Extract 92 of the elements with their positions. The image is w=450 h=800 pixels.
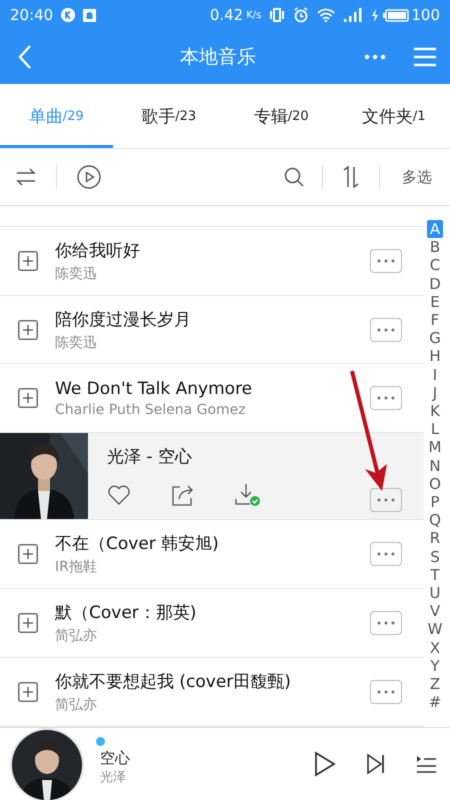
index-letter[interactable]: V	[426, 602, 444, 620]
alarm-icon	[293, 7, 310, 23]
battery-icon	[383, 8, 410, 22]
charging-icon	[371, 8, 380, 22]
index-letter[interactable]: R	[426, 529, 444, 548]
song-artist: IR拖鞋	[55, 558, 98, 576]
song-title[interactable]: 你给我听好	[55, 238, 370, 262]
more-button[interactable]	[370, 248, 402, 273]
sort-icon[interactable]	[341, 166, 361, 188]
index-letter[interactable]: G	[426, 329, 444, 348]
add-icon[interactable]	[18, 320, 38, 340]
heart-icon[interactable]	[107, 484, 131, 506]
song-title[interactable]: 陪你度过漫长岁月	[55, 308, 370, 330]
index-letter[interactable]: F	[428, 311, 442, 330]
index-letter[interactable]: Y	[427, 656, 443, 676]
ellipsis-icon	[377, 690, 395, 694]
index-letter[interactable]: J	[430, 384, 440, 402]
tab[interactable]: 专辑/20	[225, 84, 338, 148]
ellipsis-icon	[377, 328, 395, 332]
index-letter[interactable]: S	[427, 548, 443, 566]
k-app-icon	[61, 8, 76, 22]
wifi-icon	[317, 8, 336, 22]
index-letter[interactable]: #	[426, 693, 444, 712]
more-button[interactable]	[370, 386, 402, 410]
add-icon[interactable]	[18, 544, 38, 564]
song-title[interactable]: 光泽 - 空心	[107, 445, 370, 468]
back-icon[interactable]	[18, 45, 32, 69]
clock: 20:40	[10, 6, 54, 24]
ellipsis-icon	[377, 258, 395, 263]
more-button[interactable]	[370, 488, 402, 512]
song-title[interactable]: 你就不要想起我 (cover田馥甄)	[55, 670, 370, 694]
index-letter[interactable]: X	[426, 638, 444, 657]
play-all-icon[interactable]	[77, 165, 101, 189]
song-title[interactable]: We Don't Talk Anymore	[55, 378, 370, 399]
next-icon[interactable]	[366, 753, 386, 775]
vibrate-icon	[269, 8, 286, 22]
index-letter[interactable]: D	[426, 274, 444, 293]
more-button[interactable]	[370, 318, 402, 342]
index-letter[interactable]: T	[427, 566, 443, 584]
more-button[interactable]	[370, 542, 402, 566]
add-icon[interactable]	[18, 388, 38, 408]
index-letter[interactable]: O	[426, 474, 444, 494]
song-artist: 简弘亦	[55, 696, 98, 714]
ellipsis-icon	[377, 498, 395, 502]
page-title: 本地音乐	[179, 45, 257, 70]
add-icon[interactable]	[18, 613, 38, 634]
song-artist: 陈奕迅	[55, 264, 98, 283]
play-icon[interactable]	[314, 751, 336, 777]
tab[interactable]: 文件夹/1	[338, 84, 450, 148]
menu-icon[interactable]	[414, 47, 436, 67]
share-icon[interactable]	[171, 484, 195, 506]
add-icon[interactable]	[18, 250, 38, 271]
battery-level: 100	[411, 6, 440, 24]
ellipsis-icon	[377, 396, 395, 400]
playing-title: 空心	[100, 748, 130, 768]
ellipsis-icon	[377, 621, 395, 626]
more-icon[interactable]	[364, 54, 386, 60]
index-letter[interactable]: Z	[426, 675, 444, 694]
status-dot	[96, 736, 105, 746]
playing-artist: 光泽	[100, 768, 127, 786]
network-speed: 0.42	[210, 6, 244, 24]
signal-icon	[343, 8, 364, 22]
index-letter[interactable]: W	[424, 620, 446, 639]
more-button[interactable]	[370, 680, 402, 704]
index-letter[interactable]: N	[426, 456, 444, 475]
speed-unit: K/s	[246, 10, 262, 20]
song-artist: 简弘亦	[55, 627, 98, 646]
index-letter[interactable]: B	[426, 238, 444, 256]
index-letter[interactable]: H	[426, 347, 444, 366]
index-letter[interactable]: I	[430, 366, 440, 384]
song-title[interactable]: 默（Cover：那英)	[55, 601, 370, 624]
shuffle-icon[interactable]	[16, 168, 36, 186]
index-letter[interactable]: E	[427, 292, 443, 312]
index-letter[interactable]: C	[426, 256, 444, 275]
download-icon[interactable]	[235, 483, 261, 508]
song-title[interactable]: 不在（Cover 韩安旭)	[55, 532, 370, 556]
index-letter[interactable]: Q	[426, 511, 444, 530]
index-letter[interactable]: M	[426, 438, 444, 457]
add-icon[interactable]	[18, 682, 38, 702]
song-artist: Charlie Puth Selena Gomez	[55, 402, 247, 418]
search-icon[interactable]	[284, 167, 304, 187]
playlist-icon[interactable]	[416, 755, 436, 773]
index-letter[interactable]: L	[428, 420, 442, 438]
tab[interactable]: 歌手/23	[112, 84, 225, 148]
index-letter[interactable]: U	[426, 584, 444, 602]
index-letter[interactable]: P	[427, 493, 443, 512]
multi-select-button[interactable]: 多选	[398, 168, 436, 186]
index-letter[interactable]: K	[427, 402, 443, 420]
song-artist: 陈奕迅	[55, 334, 98, 352]
notification-icon	[83, 8, 96, 22]
ellipsis-icon	[377, 552, 395, 556]
more-button[interactable]	[370, 611, 402, 636]
